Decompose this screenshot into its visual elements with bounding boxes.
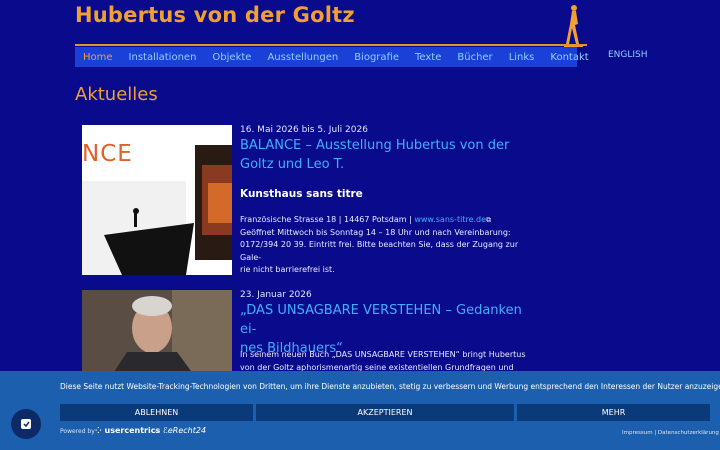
section-title: Aktuelles <box>75 84 158 105</box>
accept-button[interactable]: AKZEPTIEREN <box>256 404 514 421</box>
cookie-message: Diese Seite nutzt Website-Tracking-Techn… <box>60 382 720 391</box>
site-title[interactable]: Hubertus von der Goltz <box>75 3 355 27</box>
cookie-banner: Diese Seite nutzt Website-Tracking-Techn… <box>0 371 720 450</box>
external-link-icon: ⧉ <box>486 216 492 224</box>
more-button[interactable]: MEHR <box>517 404 710 421</box>
main-nav: Home Installationen Objekte Ausstellunge… <box>75 47 589 67</box>
post-body-address: Französische Strasse 18 | 14467 Potsdam … <box>240 215 415 224</box>
ampersand: & <box>155 428 160 435</box>
erecht24-logo[interactable]: ℰeRecht24 <box>163 426 206 435</box>
post-subtitle: Kunsthaus sans titre <box>240 188 363 200</box>
fingerprint-icon <box>21 419 31 429</box>
nav-divider <box>75 44 587 46</box>
post-body-line: In seinem neuen Buch „DAS UNSAGBARE VERS… <box>240 350 526 359</box>
post-image-balance[interactable]: NCE <box>82 125 232 275</box>
nav-texte[interactable]: Texte <box>415 52 441 63</box>
powered-by-label: Powered by <box>60 428 95 435</box>
nav-buecher[interactable]: Bücher <box>457 52 492 63</box>
imprint-privacy-links[interactable]: Impressum | Datenschutzerklärung <box>622 430 719 436</box>
post-body-line: rie nicht barrierefrei ist. <box>240 265 335 274</box>
post-body: Französische Strasse 18 | 14467 Potsdam … <box>240 214 530 277</box>
post-image-portrait[interactable] <box>82 290 232 375</box>
usercentrics-name: usercentrics <box>104 426 161 435</box>
nav-objekte[interactable]: Objekte <box>212 52 251 63</box>
balance-sculpture-graphic <box>104 145 232 275</box>
post-title-line: BALANCE – Ausstellung Hubertus von der <box>240 138 510 153</box>
erecht24-name: eRecht24 <box>167 426 207 435</box>
nav-ausstellungen[interactable]: Ausstellungen <box>267 52 338 63</box>
usercentrics-logo[interactable]: ⁘ usercentrics <box>95 426 160 435</box>
post-date: 23. Januar 2026 <box>240 290 312 300</box>
nav-home[interactable]: Home <box>83 52 113 63</box>
nav-links[interactable]: Links <box>509 52 535 63</box>
post-date: 16. Mai 2026 bis 5. Juli 2026 <box>240 125 368 135</box>
nav-installationen[interactable]: Installationen <box>129 52 197 63</box>
usercentrics-dots-icon: ⁘ <box>95 426 105 435</box>
post-body-line: 0172/394 20 39. Eintritt frei. Bitte bea… <box>240 240 519 262</box>
post-title-line: Goltz und Leo T. <box>240 157 345 172</box>
nav-kontakt[interactable]: Kontakt <box>550 52 588 63</box>
portrait-photo <box>82 290 232 375</box>
post-title-line: „DAS UNSAGBARE VERSTEHEN – Gedanken ei- <box>240 303 522 337</box>
nav-biografie[interactable]: Biografie <box>354 52 399 63</box>
website-link[interactable]: www.sans-titre.de <box>414 215 486 224</box>
language-switch-english[interactable]: ENGLISH <box>608 50 648 60</box>
post-title-link[interactable]: BALANCE – Ausstellung Hubertus von der G… <box>240 136 530 174</box>
post-body-line: Geöffnet Mittwoch bis Sonntag 14 – 18 Uh… <box>240 227 511 237</box>
cookie-settings-button[interactable] <box>11 409 41 439</box>
deny-button[interactable]: ABLEHNEN <box>60 404 253 421</box>
walking-figure-logo[interactable] <box>561 4 587 48</box>
